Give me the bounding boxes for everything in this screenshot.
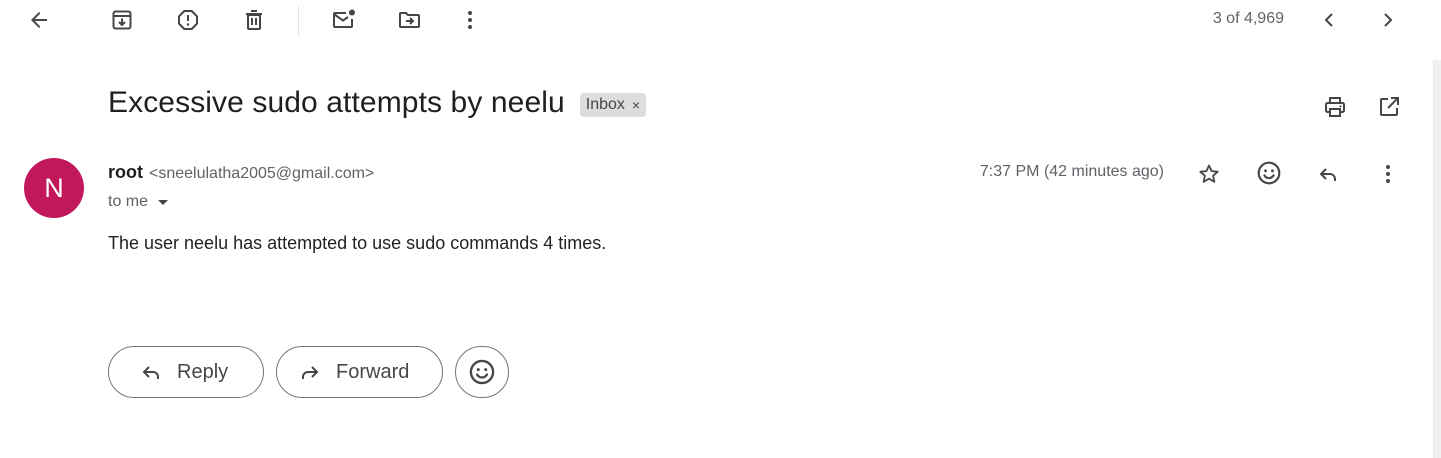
forward-label: Forward — [336, 360, 410, 383]
chevron-left-icon — [1324, 13, 1333, 27]
delete-button[interactable] — [234, 0, 274, 40]
avatar[interactable]: N — [24, 158, 84, 218]
sender-line: root <sneelulatha2005@gmail.com> — [108, 162, 374, 183]
move-to-icon — [399, 12, 420, 28]
mark-unread-button[interactable] — [324, 0, 364, 40]
add-reaction-button[interactable] — [1249, 153, 1289, 193]
reply-icon — [1319, 168, 1336, 181]
back-button[interactable] — [19, 0, 59, 40]
scrollbar[interactable] — [1433, 60, 1441, 458]
reply-label: Reply — [177, 360, 229, 383]
reply-icon — [142, 366, 159, 379]
move-to-button[interactable] — [390, 0, 430, 40]
emoji-reaction-icon — [469, 359, 495, 385]
sender-email: <sneelulatha2005@gmail.com> — [149, 165, 375, 182]
archive-icon — [112, 10, 132, 30]
subject-title: Excessive sudo attempts by neelu — [108, 86, 565, 119]
older-button[interactable] — [1368, 0, 1408, 40]
recipient-details-toggle[interactable]: to me — [108, 193, 169, 211]
archive-button[interactable] — [102, 0, 142, 40]
email-view: 3 of 4,969 Excessive sudo attempts by ne… — [0, 0, 1441, 458]
trash-icon — [246, 10, 262, 30]
recipient-text: to me — [108, 193, 149, 210]
mark-unread-icon — [333, 9, 355, 28]
caret-down-icon — [158, 199, 169, 205]
open-new-window-button[interactable] — [1369, 87, 1409, 127]
timestamp: 7:37 PM (42 minutes ago) — [979, 163, 1164, 180]
sender-name[interactable]: root — [108, 162, 143, 183]
chevron-right-icon — [1384, 13, 1393, 27]
subject-row: Excessive sudo attempts by neelu Inbox × — [108, 86, 647, 120]
print-button[interactable] — [1315, 87, 1355, 127]
more-vertical-icon — [468, 11, 472, 29]
star-icon — [1199, 164, 1219, 183]
pager-count: 3 of 4,969 — [1212, 10, 1284, 27]
more-vertical-icon — [1386, 165, 1390, 183]
reply-button[interactable] — [1308, 154, 1348, 194]
print-icon — [1325, 97, 1345, 117]
message-body: The user neelu has attempted to use sudo… — [108, 233, 607, 253]
emoji-reaction-icon — [1257, 161, 1281, 185]
star-button[interactable] — [1189, 154, 1229, 194]
reply-pill-button[interactable]: Reply — [108, 346, 264, 398]
more-options-button[interactable] — [450, 0, 490, 40]
report-spam-icon — [178, 10, 198, 30]
newer-button[interactable] — [1309, 0, 1349, 40]
open-in-new-icon — [1380, 97, 1399, 116]
forward-icon — [302, 366, 319, 379]
emoji-reaction-pill-button[interactable] — [455, 346, 509, 398]
arrow-left-icon — [31, 12, 47, 28]
forward-pill-button[interactable]: Forward — [276, 346, 443, 398]
toolbar-divider — [298, 6, 299, 36]
report-spam-button[interactable] — [168, 0, 208, 40]
label-text: Inbox — [585, 96, 625, 113]
remove-label-icon[interactable]: × — [632, 97, 640, 113]
inbox-label-chip[interactable]: Inbox × — [579, 93, 647, 117]
message-more-button[interactable] — [1368, 154, 1408, 194]
